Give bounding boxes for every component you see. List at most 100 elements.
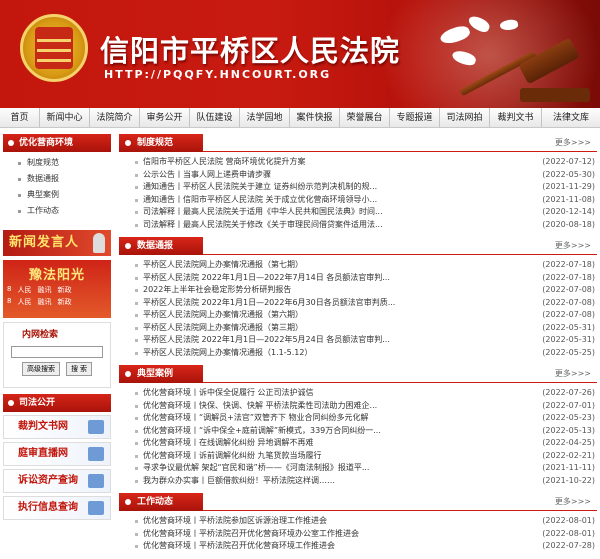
sidebar-item-data[interactable]: 数据通报 [3,171,111,187]
item-title[interactable]: 平桥区人民法院 2022年1月1日—2022年7月14日 各员额法官审判... [143,272,390,285]
item-title[interactable]: 优化营商环境丨诉中保全促履行 公正司法护诚信 [143,387,314,400]
spokesman-banner[interactable]: 新闻发言人 [3,230,111,256]
item-title[interactable]: 我为群众办实事丨巨额借款纠纷！平桥法院这样调…… [143,475,335,488]
list-item[interactable]: 信阳市平桥区人民法院 营商环境优化提升方案 (2022-07-12) [119,156,597,169]
list-item[interactable]: 优化营商环境丨诉中保全促履行 公正司法护诚信 (2022-07-26) [119,387,597,400]
list-item[interactable]: 平桥区人民法院 2022年1月1日—2022年5月24日 各员额法官审判... (… [119,334,597,347]
item-title[interactable]: 优化营商环境丨诉前调解化纠纷 九笔货款当场履行 [143,450,322,463]
item-title[interactable]: 优化营商环境丨平桥法院参加区诉源治理工作推进会 [143,515,327,528]
list-item[interactable]: 平桥区人民法院 2022年1月1日—2022年7月14日 各员额法官审判... (… [119,271,597,285]
item-title[interactable]: 司法解释丨最高人民法院关于修改《关于审理民间借贷案件适用法... [143,219,383,232]
item-title[interactable]: 寻求争议最优解 架起“官民和谐”桥——《河南法制报》报道平... [143,462,369,475]
section-header: 制度规范 更多>>> [119,134,597,152]
site-url: HTTP://PQQFY.HNCOURT.ORG [104,68,332,81]
item-title[interactable]: 平桥区人民法院网上办案情况通报（1.1-5.12） [143,347,312,360]
section-title: 工作动态 [119,493,204,511]
list-item[interactable]: 优化营商环境丨在线调解化纠纷 异地调解不再难 (2022-04-25) [119,437,597,450]
nav-topics[interactable]: 专题报道 [390,108,440,127]
more-link[interactable]: 更多>>> [555,496,591,507]
search-box: 内网检索 高级搜索 搜 索 [3,322,111,388]
site-banner: 信阳市平桥区人民法院 HTTP://PQQFY.HNCOURT.ORG [0,0,600,108]
item-title[interactable]: 平桥区人民法院 2022年1月1日—2022年5月24日 各员额法官审判... [143,334,390,347]
list-item[interactable]: 优化营商环境丨诉前调解化纠纷 九笔货款当场履行 (2022-02-21) [119,449,597,463]
item-title[interactable]: 2022年上半年社会稳定形势分析研判报告 [143,284,291,297]
sunshine-tag: 新政 [57,286,72,294]
list-item[interactable]: 平桥区人民法院网上办案情况通报（第六期） (2022-07-08) [119,309,597,322]
list-item[interactable]: 平桥区人民法院网上办案情况通报（第七期） (2022-07-18) [119,259,597,272]
item-title[interactable]: 平桥区人民法院网上办案情况通报（第七期） [143,259,303,272]
list-item[interactable]: 优化营商环境丨“调解员+法官”双管齐下 物业合同纠纷多元化解 (2022-05-2… [119,412,597,425]
advanced-search-button[interactable]: 高级搜索 [22,362,61,376]
item-date: (2021-11-08) [538,193,595,206]
list-item[interactable]: 司法解释丨最高人民法院关于修改《关于审理民间借贷案件适用法... (2020-08… [119,218,597,232]
item-date: (2022-08-01) [538,527,595,540]
list-item[interactable]: 通知通告丨信阳市平桥区人民法院 关于成立优化营商环境领导小... (2021-11… [119,193,597,207]
item-date: (2021-11-11) [538,462,595,475]
list-item[interactable]: 寻求争议最优解 架起“官民和谐”桥——《河南法制报》报道平... (2021-11… [119,462,597,475]
item-date: (2022-05-13) [538,424,595,437]
nav-news[interactable]: 新闻中心 [40,108,90,127]
item-title[interactable]: 优化营商环境丨快保、快调、快解 平桥法院柔性司法助力困难企... [143,400,377,413]
more-link[interactable]: 更多>>> [555,368,591,379]
item-title[interactable]: 优化营商环境丨平桥法院召开优化营商环境办公室工作推进会 [143,528,359,541]
quick-link-assets[interactable]: 诉讼资产查询 [3,469,111,493]
more-link[interactable]: 更多>>> [555,240,591,251]
item-title[interactable]: 平桥区人民法院 2022年1月1日—2022年6月30日各员额法官审判质... [143,297,395,310]
nav-honors[interactable]: 荣誉展台 [340,108,390,127]
nav-library[interactable]: 法律文库 [542,108,600,127]
list-item[interactable]: 优化营商环境丨平桥法院参加区诉源治理工作推进会 (2022-08-01) [119,515,597,528]
item-title[interactable]: 司法解释丨最高人民法院关于适用《中华人民共和国民法典》时间... [143,206,383,219]
quick-link-judgments[interactable]: 裁判文书网 [3,415,111,439]
sidebar-item-cases[interactable]: 典型案例 [3,187,111,203]
list-item[interactable]: 优化营商环境丨快保、快调、快解 平桥法院柔性司法助力困难企... (2022-07… [119,399,597,413]
quick-link-label: 执行信息查询 [18,502,78,513]
item-title[interactable]: 通知通告丨平桥区人民法院关于建立 证券纠纷示范判决机制的规... [143,181,377,194]
more-link[interactable]: 更多>>> [555,137,591,148]
list-item[interactable]: 公示公告丨当事人网上递费申请步骤 (2022-05-30) [119,168,597,182]
nav-home[interactable]: 首页 [0,108,40,127]
item-title[interactable]: 优化营商环境丨“诉中保全+庭前调解”新模式，339万合同纠纷一... [143,425,381,438]
nav-cases[interactable]: 案件快报 [290,108,340,127]
news-list: 优化营商环境丨平桥法院参加区诉源治理工作推进会 (2022-08-01) 优化营商… [119,511,597,559]
item-title[interactable]: 通知通告丨信阳市平桥区人民法院 关于成立优化营商环境领导小... [143,194,377,207]
site-title: 信阳市平桥区人民法院 [100,34,401,68]
list-item[interactable]: 平桥区人民法院 2022年1月1日—2022年6月30日各员额法官审判质... (… [119,296,597,310]
item-date: (2022-08-01) [538,515,595,528]
item-title[interactable]: 优化营商环境丨平桥法院召开优化营商环境工作推进会 [143,540,335,553]
sunshine-tag: 8 [7,297,12,305]
sidebar-item-news[interactable]: 工作动态 [3,203,111,219]
list-item[interactable]: 优化营商环境丨平桥法院召开优化营商环境工作推进会 (2022-07-28) [119,540,597,553]
nav-auction[interactable]: 司法网拍 [440,108,490,127]
list-item[interactable]: 平桥区人民法院网上办案情况通报（1.1-5.12） (2022-05-25) [119,346,597,360]
nav-about[interactable]: 法院简介 [90,108,140,127]
search-button[interactable]: 搜 索 [66,362,92,376]
item-title[interactable]: 平桥区人民法院网上办案情况通报（第六期） [143,309,303,322]
sunshine-tag: 融讯 [37,298,52,306]
item-title[interactable]: 信阳市平桥区人民法院 营商环境优化提升方案 [143,156,306,169]
left-sidebar: 优化营商环境 制度规范 数据通报 典型案例 工作动态 新闻发言人 豫法阳光 8 … [3,134,111,547]
nav-judgments[interactable]: 裁判文书 [490,108,542,127]
henan-sunshine-banner[interactable]: 豫法阳光 8 人民 融讯 新政 8 人民 融讯 新政 [3,260,111,318]
item-title[interactable]: 公示公告丨当事人网上递费申请步骤 [143,169,271,182]
quick-link-live-trial[interactable]: 庭审直播网 [3,442,111,466]
list-item[interactable]: 优化营商环境丨平桥法院召开优化营商环境办公室工作推进会 (2022-08-01) [119,527,597,541]
search-input[interactable] [11,346,103,358]
list-item[interactable]: 我为群众办实事丨巨额借款纠纷！平桥法院这样调…… (2021-10-22) [119,474,597,488]
nav-team[interactable]: 队伍建设 [190,108,240,127]
list-item[interactable]: 平桥区人民法院网上办案情况通报（第三期） (2022-05-31) [119,321,597,335]
gavel-base [520,88,590,102]
sunshine-tag: 人民 [17,286,32,294]
nav-law[interactable]: 法学园地 [240,108,290,127]
quick-link-execution[interactable]: 执行信息查询 [3,496,111,520]
nav-public[interactable]: 审务公开 [140,108,190,127]
list-item[interactable]: 优化营商环境丨“诉中保全+庭前调解”新模式，339万合同纠纷一... (2022-… [119,424,597,438]
list-item[interactable]: 2022年上半年社会稳定形势分析研判报告 (2022-07-08) [119,284,597,297]
list-item[interactable]: 通知通告丨平桥区人民法院关于建立 证券纠纷示范判决机制的规... (2021-11… [119,181,597,194]
item-date: (2022-05-31) [538,334,595,347]
item-title[interactable]: 优化营商环境丨“调解员+法官”双管齐下 物业合同纠纷多元化解 [143,412,369,425]
item-title[interactable]: 平桥区人民法院网上办案情况通报（第三期） [143,322,303,335]
list-item[interactable]: 司法解释丨最高人民法院关于适用《中华人民共和国民法典》时间... (2020-12… [119,206,597,219]
sidebar-item-rules[interactable]: 制度规范 [3,155,111,171]
item-date: (2022-07-18) [538,271,595,284]
item-title[interactable]: 优化营商环境丨在线调解化纠纷 异地调解不再难 [143,437,314,450]
